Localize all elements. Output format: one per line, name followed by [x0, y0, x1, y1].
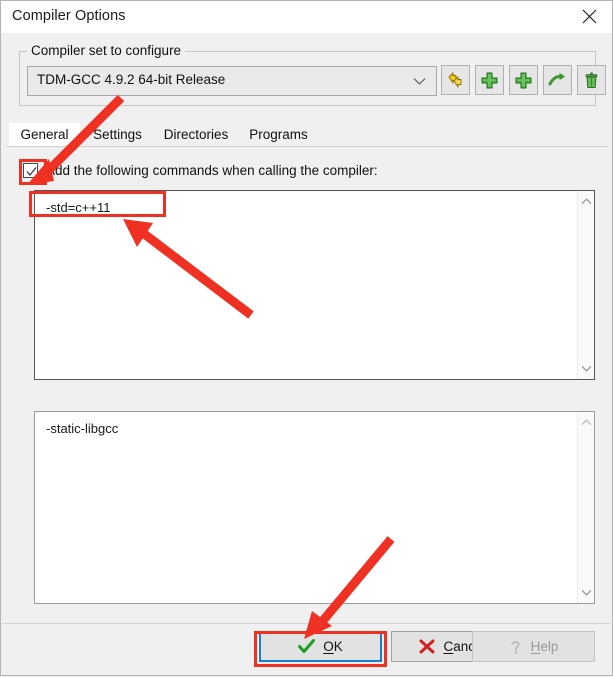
add-compiler-set-button[interactable]	[475, 65, 504, 95]
tab-settings[interactable]: Settings	[83, 123, 152, 146]
ok-button-label: OK	[323, 639, 343, 654]
compiler-commands-value: -std=c++11	[46, 200, 111, 215]
compiler-set-value: TDM-GCC 4.9.2 64-bit Release	[37, 72, 226, 87]
chevron-down-icon	[413, 67, 426, 95]
yellow-double-arrow-icon	[448, 72, 462, 87]
green-check-icon	[298, 639, 316, 653]
bottom-separator	[2, 623, 613, 624]
close-button[interactable]	[566, 1, 612, 32]
chevron-up-icon[interactable]	[578, 414, 594, 431]
green-trash-icon	[585, 72, 598, 88]
duplicate-compiler-set-button[interactable]	[509, 65, 538, 95]
green-plus-icon	[515, 72, 532, 88]
help-button[interactable]: Help	[472, 631, 595, 662]
add-commands-checkbox-row[interactable]: Add the following commands when calling …	[23, 163, 378, 178]
help-button-label: Help	[530, 639, 559, 654]
delete-compiler-set-button[interactable]	[577, 65, 606, 95]
tab-strip-underline	[7, 146, 608, 147]
checkmark-icon	[26, 167, 37, 177]
tab-programs[interactable]: Programs	[239, 123, 318, 146]
green-plus-icon	[481, 72, 498, 88]
compiler-set-combobox[interactable]: TDM-GCC 4.9.2 64-bit Release	[27, 66, 437, 96]
chevron-down-icon[interactable]	[578, 584, 594, 601]
rename-compiler-set-button[interactable]	[441, 65, 470, 95]
add-commands-checkbox[interactable]	[23, 163, 38, 178]
tab-strip: General Settings Directories Programs	[7, 123, 608, 146]
compiler-commands-scrollbar[interactable]	[577, 191, 594, 379]
dialog-button-row: OK Cancel Help	[1, 631, 613, 665]
close-icon	[582, 9, 596, 24]
add-commands-label: Add the following commands when calling …	[46, 163, 378, 178]
green-curved-arrow-icon	[548, 72, 565, 85]
window-title: Compiler Options	[12, 8, 126, 24]
question-mark-icon	[511, 640, 520, 654]
chevron-down-icon[interactable]	[578, 360, 594, 377]
linker-commands-scrollbar[interactable]	[577, 412, 594, 603]
red-x-icon	[419, 639, 435, 654]
compiler-set-toolbar	[441, 65, 606, 95]
title-bar: Compiler Options	[1, 1, 612, 33]
tab-directories[interactable]: Directories	[153, 123, 239, 146]
linker-commands-value: -static-libgcc	[46, 421, 119, 436]
ok-button-label-rest: K	[333, 639, 343, 654]
find-compiler-set-button[interactable]	[543, 65, 572, 95]
ok-button[interactable]: OK	[259, 631, 382, 662]
tab-general[interactable]: General	[9, 123, 80, 146]
chevron-up-icon[interactable]	[578, 193, 594, 210]
help-button-label-rest: elp	[540, 639, 559, 654]
compiler-options-dialog: Compiler Options Compiler set to configu…	[0, 0, 613, 676]
compiler-set-legend: Compiler set to configure	[27, 43, 186, 58]
linker-commands-textarea[interactable]: -static-libgcc	[34, 411, 595, 604]
compiler-commands-textarea[interactable]: -std=c++11	[34, 190, 595, 380]
